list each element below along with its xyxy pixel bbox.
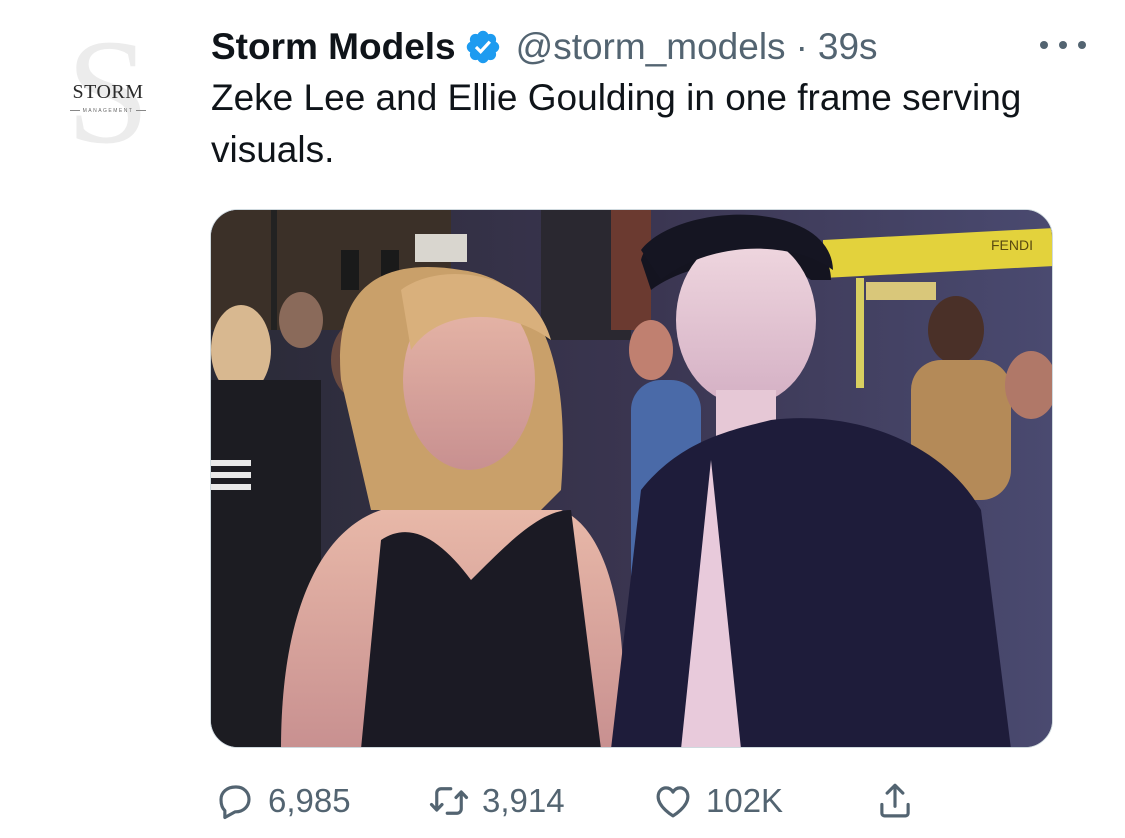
more-dot (1059, 41, 1067, 49)
avatar-brand-word: STORM (72, 81, 144, 103)
tweet-actions: 6,985 3,914 102K (214, 776, 1054, 826)
share-icon (880, 783, 910, 818)
crowd-person (279, 292, 323, 348)
photo-illustration: FENDI (211, 210, 1052, 747)
street-sign (415, 234, 467, 262)
tweet-photo[interactable]: FENDI (210, 209, 1053, 748)
like-button[interactable]: 102K (652, 776, 783, 826)
reply-count: 6,985 (268, 782, 351, 819)
handle[interactable]: @storm_models (516, 26, 786, 68)
separator-dot: · (795, 26, 808, 67)
tweet-text: Zeke Lee and Ellie Goulding in one frame… (211, 77, 1022, 170)
verified-badge-icon (466, 30, 499, 64)
like-count: 102K (706, 782, 784, 819)
avatar[interactable]: S STORM MANAGEMENT (58, 17, 158, 167)
retweet-icon (429, 787, 469, 815)
display-name[interactable]: Storm Models (211, 26, 456, 68)
tweet-header: Storm Models @storm_models · 39s (211, 22, 878, 72)
avatar-brand-sub: MANAGEMENT (62, 108, 154, 114)
retweet-count: 3,914 (482, 782, 565, 819)
retweet-button[interactable]: 3,914 (428, 776, 565, 826)
share-button[interactable] (874, 776, 928, 826)
more-dot (1078, 41, 1086, 49)
tweet-time[interactable]: 39s (818, 26, 878, 68)
more-dot (1040, 41, 1048, 49)
like-icon (656, 786, 690, 818)
crowd-person (928, 296, 984, 364)
sign-text: FENDI (991, 237, 1033, 253)
more-options-icon[interactable] (1040, 34, 1086, 56)
reply-icon (219, 785, 251, 820)
reply-button[interactable]: 6,985 (214, 776, 351, 826)
